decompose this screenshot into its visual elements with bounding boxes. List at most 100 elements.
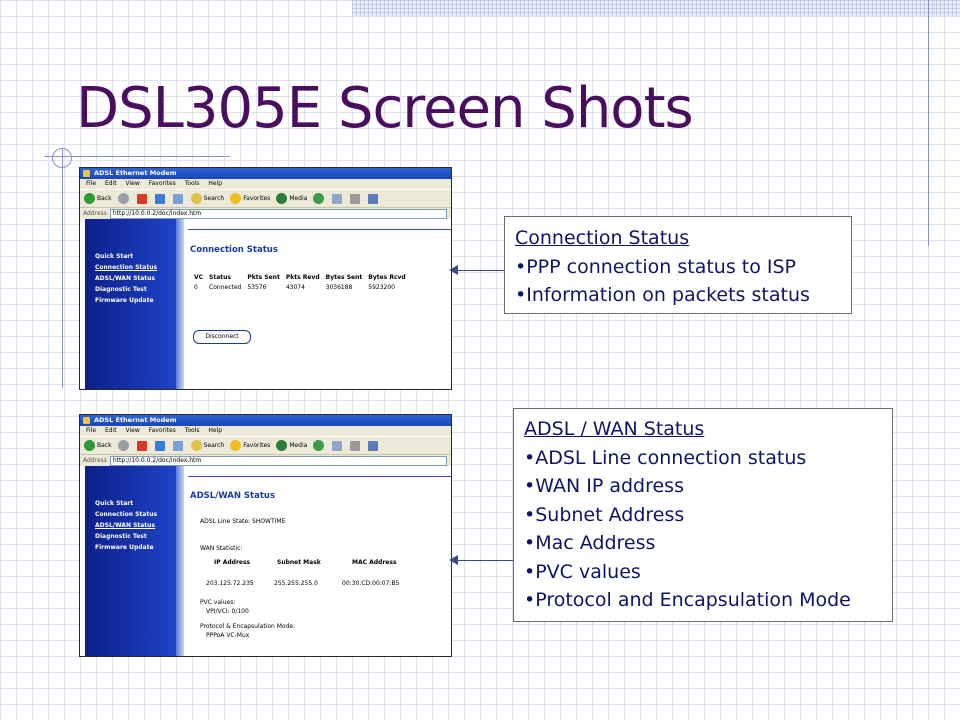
search-button[interactable]: Search xyxy=(190,193,224,204)
ie-icon xyxy=(83,417,90,424)
menu-help[interactable]: Help xyxy=(208,427,222,434)
stop-icon xyxy=(136,193,147,204)
menu-favorites[interactable]: Favorites xyxy=(149,427,176,434)
stop-button[interactable] xyxy=(136,193,149,204)
header-rule xyxy=(188,476,451,477)
page-content: Quick Start Connection Status ADSL/WAN S… xyxy=(80,219,451,389)
forward-arrow-icon xyxy=(117,193,129,204)
sidebar-item-adsl-wan-status[interactable]: ADSL/WAN Status xyxy=(95,522,155,529)
refresh-button[interactable] xyxy=(154,193,167,204)
forward-button[interactable] xyxy=(117,440,131,451)
media-button[interactable]: Media xyxy=(276,440,307,451)
sidebar-item-quick-start[interactable]: Quick Start xyxy=(95,500,133,507)
menu-file[interactable]: File xyxy=(86,180,96,187)
back-arrow-icon xyxy=(84,193,95,204)
sidebar-edge xyxy=(176,466,184,656)
sidebar-item-firmware-update[interactable]: Firmware Update xyxy=(95,297,154,304)
col-bytes-sent: Bytes Sent xyxy=(325,274,363,281)
search-icon xyxy=(190,440,202,451)
sidebar-panel: Quick Start Connection Status ADSL/WAN S… xyxy=(85,219,176,389)
col-pkts-revd: Pkts Revd xyxy=(285,274,320,281)
decorative-vertical-line xyxy=(928,0,929,246)
edit-button[interactable] xyxy=(368,440,380,451)
menu-view[interactable]: View xyxy=(126,427,140,434)
address-input[interactable]: http://10.0.0.2/doc/index.htm xyxy=(109,455,447,466)
menu-bar: File Edit View Favorites Tools Help xyxy=(80,179,451,189)
menu-edit[interactable]: Edit xyxy=(105,180,117,187)
callout-bullet: •PPP connection status to ISP xyxy=(515,255,797,278)
edit-button[interactable] xyxy=(368,193,380,204)
mail-button[interactable] xyxy=(332,440,344,451)
pvc-label: PVC values: xyxy=(200,599,236,606)
edit-icon xyxy=(368,440,379,451)
pvc-value: VPI/VCI: 0/100 xyxy=(206,608,249,615)
refresh-icon xyxy=(154,193,165,204)
menu-favorites[interactable]: Favorites xyxy=(149,180,176,187)
edit-icon xyxy=(368,193,379,204)
cell-pkts-revd: 43074 xyxy=(285,284,305,291)
menu-file[interactable]: File xyxy=(86,427,96,434)
arrow-connector-2 xyxy=(456,560,513,561)
back-button[interactable]: Back xyxy=(84,440,112,451)
connection-table: VC Status Pkts Sent Pkts Revd Bytes Sent… xyxy=(192,273,410,292)
menu-tools[interactable]: Tools xyxy=(185,427,200,434)
cell-bytes-sent: 3036188 xyxy=(325,284,353,291)
menu-edit[interactable]: Edit xyxy=(105,427,117,434)
menu-view[interactable]: View xyxy=(126,180,140,187)
menu-help[interactable]: Help xyxy=(208,180,222,187)
favorites-button[interactable]: Favorites xyxy=(230,440,270,451)
sidebar-item-connection-status[interactable]: Connection Status xyxy=(95,264,157,271)
print-button[interactable] xyxy=(350,440,362,451)
sidebar-item-diagnostic-test[interactable]: Diagnostic Test xyxy=(95,533,147,540)
sidebar-item-diagnostic-test[interactable]: Diagnostic Test xyxy=(95,286,147,293)
history-button[interactable] xyxy=(313,193,326,204)
screenshot-adsl-wan-status: ADSL Ethernet Modem File Edit View Favor… xyxy=(79,414,452,657)
refresh-icon xyxy=(154,440,165,451)
back-button[interactable]: Back xyxy=(84,193,112,204)
search-button[interactable]: Search xyxy=(190,440,224,451)
wan-header-subnet: Subnet Mask xyxy=(277,559,321,566)
disconnect-button[interactable]: Disconnect xyxy=(193,330,251,344)
cell-bytes-rcvd: 5923200 xyxy=(368,284,395,291)
page-heading: Connection Status xyxy=(190,245,278,255)
menu-tools[interactable]: Tools xyxy=(185,180,200,187)
col-bytes-rcvd: Bytes Rcvd xyxy=(368,274,406,281)
header-rule xyxy=(188,229,451,230)
sidebar-item-adsl-wan-status[interactable]: ADSL/WAN Status xyxy=(95,275,155,282)
callout-bullet: •PVC values xyxy=(524,560,641,583)
favorites-button[interactable]: Favorites xyxy=(230,193,270,204)
callout-heading: ADSL / WAN Status xyxy=(524,418,705,440)
history-button[interactable] xyxy=(313,440,326,451)
arrow-connector-1 xyxy=(456,270,504,271)
protocol-label: Protocol & Encapsulation Mode: xyxy=(200,623,296,630)
decorative-circle xyxy=(52,148,72,168)
col-status: Status xyxy=(209,274,231,281)
sidebar: Quick Start Connection Status ADSL/WAN S… xyxy=(80,466,176,656)
address-input[interactable]: http://10.0.0.2/doc/index.htm xyxy=(109,208,447,219)
callout-bullet: •WAN IP address xyxy=(524,475,684,497)
callout-bullet: •Mac Address xyxy=(524,532,656,554)
print-icon xyxy=(350,193,361,204)
sidebar-item-connection-status[interactable]: Connection Status xyxy=(95,511,157,518)
wan-header-ip: IP Address xyxy=(214,559,251,566)
media-icon xyxy=(276,440,288,451)
sidebar-item-firmware-update[interactable]: Firmware Update xyxy=(95,544,154,551)
mail-icon xyxy=(332,440,343,451)
forward-button[interactable] xyxy=(117,193,131,204)
slide-title: DSL305E Screen Shots xyxy=(76,76,694,141)
print-icon xyxy=(350,440,361,451)
callout-bullet: •Protocol and Encapsulation Mode xyxy=(524,589,851,611)
mail-button[interactable] xyxy=(332,193,344,204)
sidebar-item-quick-start[interactable]: Quick Start xyxy=(95,253,133,260)
decorative-header-band xyxy=(352,0,960,16)
home-button[interactable] xyxy=(172,440,185,451)
home-button[interactable] xyxy=(172,193,185,204)
window-titlebar: ADSL Ethernet Modem xyxy=(80,415,451,426)
refresh-button[interactable] xyxy=(154,440,167,451)
print-button[interactable] xyxy=(350,193,362,204)
window-title: ADSL Ethernet Modem xyxy=(94,416,177,424)
history-icon xyxy=(313,440,325,451)
media-button[interactable]: Media xyxy=(276,193,307,204)
stop-button[interactable] xyxy=(136,440,149,451)
browser-toolbar: Back Search Favorites Media xyxy=(80,189,451,208)
